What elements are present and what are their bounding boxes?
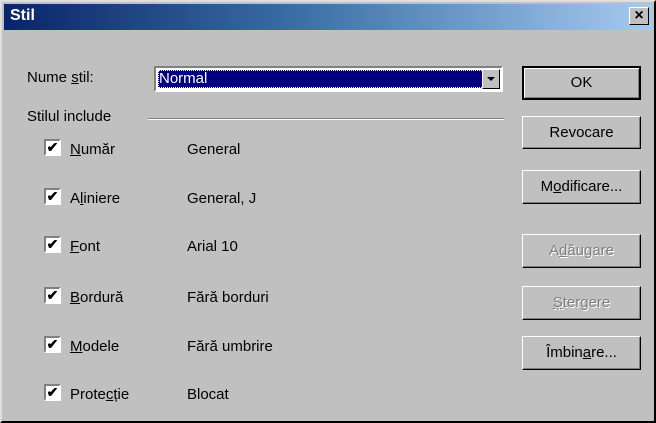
item-value-font: Arial 10 (187, 238, 238, 255)
item-label-numar: Număr (70, 141, 116, 158)
style-name-value[interactable]: Normal (158, 70, 484, 88)
item-value-numar: General (187, 141, 241, 158)
check-icon: ✔ (46, 236, 59, 252)
item-label-modele: Modele (70, 338, 120, 355)
item-label-bordura: Bordură (70, 289, 124, 306)
group-divider (148, 118, 504, 120)
checkbox-modele[interactable]: ✔ (44, 336, 61, 353)
close-button[interactable]: × (629, 7, 649, 25)
check-icon: ✔ (46, 336, 59, 352)
checkbox-protectie[interactable]: ✔ (44, 384, 61, 401)
check-icon: ✔ (46, 384, 59, 400)
style-dialog: Stil × Nume stil: Normal Stilul include … (0, 0, 656, 423)
item-value-bordura: Fără borduri (187, 289, 269, 306)
item-value-modele: Fără umbrire (187, 338, 273, 355)
item-label-aliniere: Aliniere (70, 190, 121, 207)
checkbox-bordura[interactable]: ✔ (44, 287, 61, 304)
check-icon: ✔ (46, 139, 59, 155)
modify-button[interactable]: Modificare... (522, 170, 641, 204)
group-label: Stilul include (27, 108, 112, 125)
merge-button[interactable]: Îmbinare... (522, 336, 641, 370)
cancel-button[interactable]: Revocare (522, 116, 641, 149)
checkbox-aliniere[interactable]: ✔ (44, 188, 61, 205)
chevron-down-icon[interactable] (482, 69, 500, 89)
style-name-label: Nume stil: (27, 69, 94, 86)
checkbox-font[interactable]: ✔ (44, 236, 61, 253)
dialog-title: Stil (10, 7, 35, 24)
ok-button[interactable]: OK (522, 66, 641, 100)
close-icon: × (634, 7, 644, 24)
add-button[interactable]: Adăugare (522, 234, 641, 268)
checkbox-numar[interactable]: ✔ (44, 139, 61, 156)
style-name-combobox[interactable]: Normal (154, 66, 503, 92)
item-value-protectie: Blocat (187, 386, 229, 403)
check-icon: ✔ (46, 188, 59, 204)
item-label-font: Font (70, 238, 101, 255)
delete-button[interactable]: Ștergere (522, 286, 641, 320)
item-value-aliniere: General, J (187, 190, 257, 207)
title-bar[interactable]: Stil × (4, 4, 652, 30)
item-label-protectie: Protecție (70, 386, 130, 403)
check-icon: ✔ (46, 287, 59, 303)
